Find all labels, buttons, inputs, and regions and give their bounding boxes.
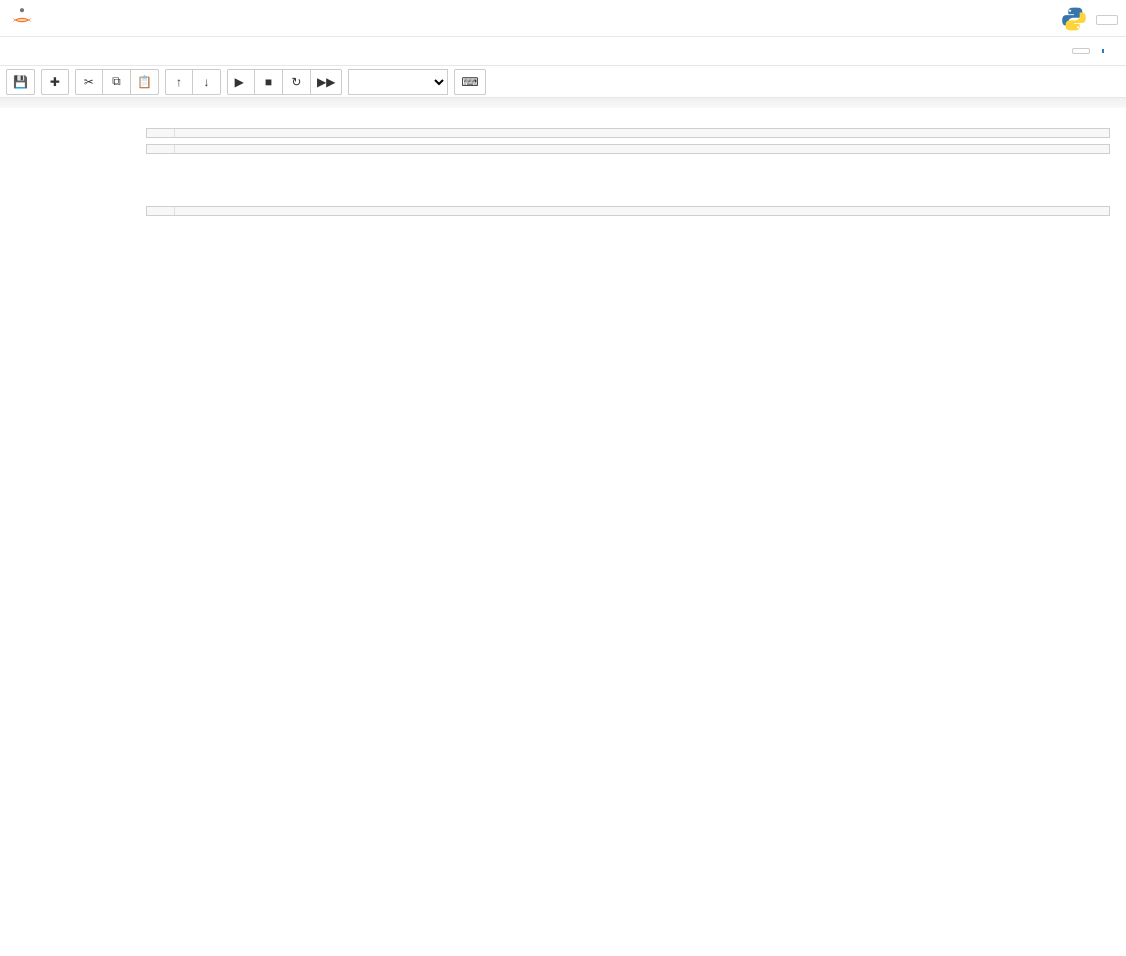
logout-button[interactable] — [1096, 15, 1118, 25]
input-prompt — [16, 144, 146, 154]
run-button[interactable]: ▶ — [227, 69, 255, 95]
move-up-button[interactable]: ↑ — [165, 69, 193, 95]
play-icon: ▶ — [235, 75, 244, 89]
paste-button[interactable]: 📋 — [131, 69, 159, 95]
plus-icon: ✚ — [50, 75, 60, 89]
code-cell[interactable] — [16, 206, 1110, 216]
cell-type-select[interactable] — [348, 69, 448, 95]
cut-icon: ✂ — [84, 75, 94, 89]
copy-icon: ⧉ — [112, 74, 121, 89]
toolbar: 💾 ✚ ✂ ⧉ 📋 ↑ ↓ ▶ ■ ↻ ▶▶ ⌨ — [0, 66, 1126, 98]
save-button[interactable]: 💾 — [6, 69, 35, 95]
scatter-plot — [146, 232, 706, 652]
interrupt-button[interactable]: ■ — [255, 69, 283, 95]
code-cell[interactable] — [16, 128, 1110, 138]
checkpoint-text — [62, 13, 69, 28]
code-input[interactable] — [146, 128, 1110, 138]
keyboard-icon: ⌨ — [461, 75, 478, 89]
restart-icon: ↻ — [291, 75, 301, 89]
trusted-indicator[interactable] — [1072, 48, 1090, 54]
output-cell — [16, 222, 1110, 652]
notebook-container — [8, 108, 1118, 698]
input-prompt — [16, 128, 146, 138]
paste-icon: 📋 — [137, 75, 152, 89]
copy-button[interactable]: ⧉ — [103, 69, 131, 95]
insert-cell-button[interactable]: ✚ — [41, 69, 69, 95]
move-down-button[interactable]: ↓ — [193, 69, 221, 95]
jupyter-logo[interactable] — [8, 6, 40, 34]
restart-button[interactable]: ↻ — [283, 69, 311, 95]
save-icon: 💾 — [13, 75, 28, 89]
kernel-name[interactable] — [1102, 49, 1118, 53]
fast-forward-icon: ▶▶ — [317, 75, 335, 89]
menubar — [0, 36, 1126, 66]
python-icon — [1060, 5, 1088, 36]
restart-run-all-button[interactable]: ▶▶ — [311, 69, 342, 95]
output-cell — [16, 160, 1110, 200]
input-prompt — [16, 206, 146, 216]
command-palette-button[interactable]: ⌨ — [454, 69, 485, 95]
stop-icon: ■ — [265, 75, 272, 89]
code-input[interactable] — [146, 206, 1110, 216]
arrow-up-icon: ↑ — [176, 75, 182, 89]
cut-button[interactable]: ✂ — [75, 69, 103, 95]
code-cell[interactable] — [16, 144, 1110, 154]
header — [0, 0, 1126, 36]
code-input[interactable] — [146, 144, 1110, 154]
arrow-down-icon: ↓ — [203, 75, 209, 89]
